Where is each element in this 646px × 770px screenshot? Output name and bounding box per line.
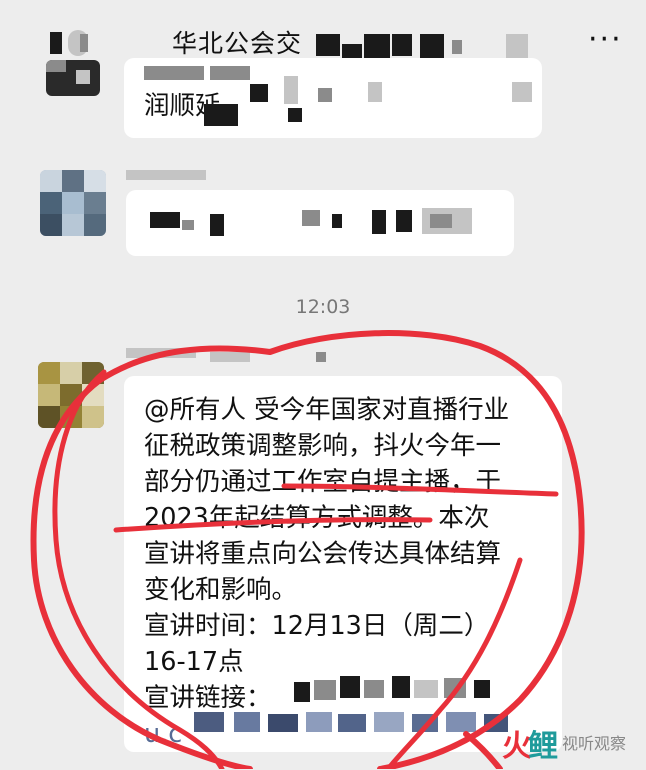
pixelated-block [318, 88, 332, 102]
pixelated-block [444, 678, 466, 698]
pixelated-block [294, 682, 310, 702]
pixelated-block [340, 676, 360, 698]
pixelated-block [338, 714, 366, 732]
pixelated-block [314, 680, 336, 700]
pixelated-block [364, 680, 384, 698]
pixelated-block [40, 214, 62, 236]
pixelated-block [80, 34, 88, 52]
pixelated-block [374, 712, 404, 732]
pixelated-block [302, 210, 320, 226]
pixelated-block [284, 76, 298, 104]
pixelated-block [332, 214, 342, 228]
pixelated-block [76, 70, 90, 84]
pixelated-block [60, 362, 82, 384]
pixelated-block [306, 712, 332, 732]
pixelated-block [372, 210, 386, 234]
pixelated-block [342, 44, 362, 58]
pixelated-block [62, 214, 84, 236]
pixelated-block [38, 406, 60, 428]
pixelated-block [38, 384, 60, 406]
pixelated-block [204, 104, 238, 126]
pixelated-block [234, 712, 260, 732]
announcement-line: 征税政策调整影响，抖火今年一 [144, 431, 502, 461]
pixelated-block [46, 60, 66, 72]
avatar[interactable] [46, 60, 100, 96]
pixelated-block [84, 192, 106, 214]
announcement-line: @所有人 受今年国家对直播行业 [144, 395, 510, 425]
pixelated-block [40, 170, 62, 192]
pixelated-block [396, 210, 412, 232]
pixelated-block [512, 82, 532, 102]
pixelated-block [126, 348, 196, 358]
avatar[interactable] [40, 170, 106, 236]
pixelated-block [210, 214, 224, 236]
pixelated-block [84, 170, 106, 192]
pixelated-block [62, 170, 84, 192]
announcement-line: 宣讲将重点向公会传达具体结算 [144, 539, 502, 569]
pixelated-block [150, 212, 180, 228]
pixelated-block [40, 192, 62, 214]
pixelated-block [210, 352, 250, 362]
pixelated-block [316, 352, 326, 362]
announcement-line: 16-17点 [144, 647, 244, 677]
pixelated-block [38, 362, 60, 384]
announcement-line: 宣讲时间：12月13日（周二） [144, 611, 490, 641]
watermark-text: 视听观察 [562, 734, 627, 753]
pixelated-block [474, 680, 490, 698]
pixelated-block [60, 406, 82, 428]
pixelated-block [452, 40, 462, 54]
pixelated-block [126, 170, 206, 180]
message-bubble[interactable] [126, 190, 514, 256]
pixelated-block [182, 220, 194, 230]
pixelated-block [412, 714, 438, 732]
pixelated-block [250, 84, 268, 102]
more-options-icon[interactable]: ··· [588, 22, 623, 57]
announcement-line: 部分仍通过工作室自提主播，于 [144, 467, 502, 497]
pixelated-block [392, 676, 410, 698]
pixelated-block [82, 406, 104, 428]
watermark-logo-icon: 火 鲤 [502, 729, 558, 764]
pixelated-block [62, 192, 84, 214]
pixelated-block [414, 680, 438, 698]
pixelated-block [60, 384, 82, 406]
pixelated-block [82, 362, 104, 384]
timestamp: 12:03 [295, 296, 351, 318]
pixelated-block [368, 82, 382, 102]
pixelated-block [446, 712, 476, 732]
svg-text:鲤: 鲤 [528, 729, 558, 764]
pixelated-block [430, 214, 452, 228]
back-button[interactable] [46, 26, 108, 60]
avatar[interactable] [38, 362, 104, 428]
pixelated-block [364, 34, 390, 58]
announcement-bubble[interactable]: @所有人 受今年国家对直播行业 征税政策调整影响，抖火今年一 部分仍通过工作室自… [124, 376, 562, 752]
announcement-line: 2023年起结算方式调整。本次 [144, 503, 490, 533]
chat-title: 华北公会交 [172, 24, 302, 60]
message-bubble[interactable]: 润顺延 [124, 58, 542, 138]
pixelated-block [420, 34, 444, 58]
pixelated-block [82, 384, 104, 406]
announcement-line: 变化和影响。 [144, 575, 298, 605]
pixelated-block [392, 34, 412, 56]
pixelated-block [316, 34, 340, 56]
pixelated-block [194, 712, 224, 732]
pixelated-block [288, 108, 302, 122]
pixelated-block [144, 66, 204, 80]
pixelated-block [268, 714, 298, 732]
pixelated-block [210, 66, 250, 80]
pixelated-block [84, 214, 106, 236]
chat-title-text: 华北公会交 [172, 29, 303, 58]
pixelated-block [50, 32, 62, 54]
